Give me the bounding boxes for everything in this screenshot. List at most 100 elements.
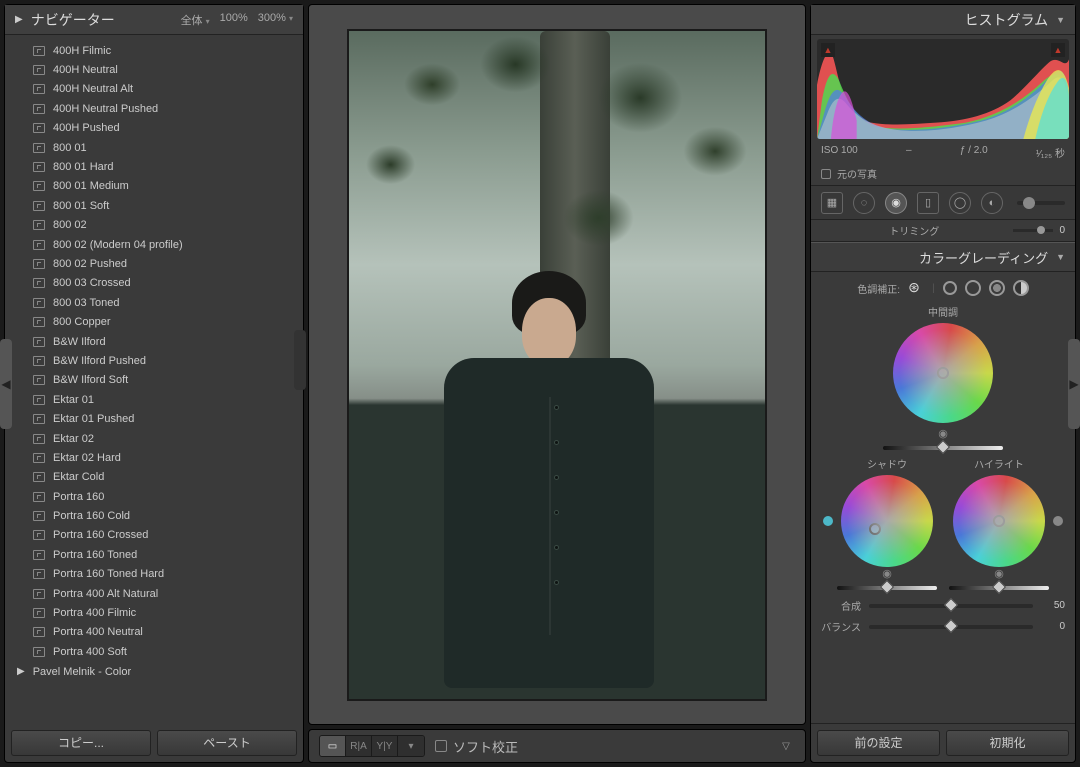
midtone-visibility-icon[interactable]: ◉ <box>821 427 1065 440</box>
preset-item[interactable]: 800 Copper <box>33 312 303 331</box>
view-mode-drop[interactable]: ▾ <box>398 736 424 756</box>
reset-button[interactable]: 初期化 <box>946 730 1069 756</box>
preset-item[interactable]: Portra 400 Soft <box>33 642 303 661</box>
brush-tool[interactable]: ◐ <box>981 192 1003 214</box>
shadow-marker[interactable] <box>869 523 881 535</box>
preset-item[interactable]: Portra 160 Toned Hard <box>33 565 303 584</box>
trim-slider-row[interactable]: トリミング 0 <box>811 220 1075 242</box>
preset-item[interactable]: 800 01 Soft <box>33 196 303 215</box>
preset-item[interactable]: Portra 160 <box>33 487 303 506</box>
mode-3way-icon[interactable]: ⊛ <box>908 280 924 296</box>
preset-item[interactable]: 400H Pushed <box>33 119 303 138</box>
preset-item[interactable]: Portra 160 Crossed <box>33 526 303 545</box>
histogram-header[interactable]: ヒストグラム ▼ <box>811 5 1075 35</box>
folder-collapse-icon[interactable]: ▶ <box>17 666 25 677</box>
redeye-tool[interactable]: ◉ <box>885 192 907 214</box>
preset-label: 400H Neutral Alt <box>53 83 133 95</box>
highlight-marker[interactable] <box>993 515 1005 527</box>
shadow-sat-handle[interactable] <box>823 516 833 526</box>
midtone-luminance-slider[interactable] <box>883 446 1003 450</box>
midtone-wheel[interactable] <box>893 323 993 423</box>
preset-item[interactable]: 400H Neutral Alt <box>33 80 303 99</box>
preset-item[interactable]: Portra 400 Filmic <box>33 603 303 622</box>
preset-label: Portra 160 Toned Hard <box>53 568 164 580</box>
highlight-wheel[interactable] <box>953 475 1045 567</box>
preset-label: 400H Filmic <box>53 45 111 57</box>
clip-shadow-icon[interactable]: ▲ <box>821 43 835 57</box>
original-photo-toggle[interactable]: 元の写真 <box>811 162 1075 186</box>
copy-button[interactable]: コピー... <box>11 730 151 756</box>
highlight-luminance-slider[interactable] <box>949 586 1049 590</box>
highlight-visibility-icon[interactable]: ◉ <box>994 567 1004 580</box>
preset-item[interactable]: 400H Neutral Pushed <box>33 99 303 118</box>
right-edge-handle[interactable]: ▶ <box>1068 339 1080 429</box>
preset-item[interactable]: Portra 160 Toned <box>33 545 303 564</box>
shadow-luminance-slider[interactable] <box>837 586 937 590</box>
histogram-graph[interactable]: ▲ ▲ <box>817 39 1069 139</box>
preset-item[interactable]: 800 02 <box>33 216 303 235</box>
mode-midtone-icon[interactable] <box>965 280 981 296</box>
image-canvas[interactable] <box>308 4 806 725</box>
preset-item[interactable]: Ektar 01 <box>33 390 303 409</box>
preset-folder[interactable]: ▶Pavel Melnik - Color <box>17 662 303 682</box>
preset-item[interactable]: 800 02 Pushed <box>33 254 303 273</box>
highlight-sat-handle[interactable] <box>1053 516 1063 526</box>
preset-item[interactable]: 800 01 Medium <box>33 177 303 196</box>
shadow-highlight-wheels: シャドウ ◉ ハイライト <box>821 452 1065 592</box>
preset-item[interactable]: B&W Ilford Pushed <box>33 351 303 370</box>
mode-shadow-icon[interactable] <box>943 281 957 295</box>
preset-item[interactable]: 800 01 <box>33 138 303 157</box>
gradient-tool[interactable]: ▯ <box>917 192 939 214</box>
view-mode-ra[interactable]: R|A <box>346 736 372 756</box>
shadow-visibility-icon[interactable]: ◉ <box>882 567 892 580</box>
view-mode-single[interactable]: ▭ <box>320 736 346 756</box>
preset-item[interactable]: 800 01 Hard <box>33 157 303 176</box>
tool-amount-slider[interactable] <box>1017 201 1065 205</box>
original-checkbox[interactable] <box>821 169 831 179</box>
zoom-300[interactable]: 300% ▾ <box>258 12 293 28</box>
preset-item[interactable]: Portra 400 Alt Natural <box>33 584 303 603</box>
preset-item[interactable]: 800 03 Crossed <box>33 274 303 293</box>
preset-item[interactable]: 800 02 (Modern 04 profile) <box>33 235 303 254</box>
navigator-header[interactable]: ▶ ナビゲーター 全体 ▾ 100% 300% ▾ <box>5 5 303 35</box>
paste-button[interactable]: ペースト <box>157 730 297 756</box>
midtone-marker[interactable] <box>937 367 949 379</box>
preset-list[interactable]: 400H Filmic 400H Neutral 400H Neutral Alt 4… <box>5 35 303 724</box>
balance-slider[interactable] <box>869 625 1033 629</box>
zoom-100[interactable]: 100% <box>220 12 248 28</box>
shadow-wheel[interactable] <box>841 475 933 567</box>
softproof-checkbox[interactable] <box>435 740 447 752</box>
spot-tool[interactable]: ◌ <box>853 192 875 214</box>
preset-item[interactable]: B&W Ilford <box>33 332 303 351</box>
view-mode-yy[interactable]: Y|Y <box>372 736 398 756</box>
radial-tool[interactable]: ◯ <box>949 192 971 214</box>
preset-item[interactable]: B&W Ilford Soft <box>33 371 303 390</box>
left-panel-resize-handle[interactable] <box>294 330 306 390</box>
mode-highlight-icon[interactable] <box>989 280 1005 296</box>
preset-item[interactable]: 400H Filmic <box>33 41 303 60</box>
preset-icon <box>33 395 45 405</box>
chevron-down-icon[interactable]: ▼ <box>1056 15 1065 25</box>
preset-item[interactable]: Portra 160 Cold <box>33 506 303 525</box>
left-edge-handle[interactable]: ◀ <box>0 339 12 429</box>
toolbar-overflow[interactable]: ▽ <box>777 737 795 755</box>
chevron-down-icon[interactable]: ▼ <box>1056 252 1065 262</box>
preset-item[interactable]: 800 03 Toned <box>33 293 303 312</box>
blend-slider[interactable] <box>869 604 1033 608</box>
preset-item[interactable]: 400H Neutral <box>33 60 303 79</box>
preset-item[interactable]: Ektar 02 Hard <box>33 448 303 467</box>
crop-tool[interactable]: ▦ <box>821 192 843 214</box>
zoom-fit[interactable]: 全体 ▾ <box>181 12 210 28</box>
preset-item[interactable]: Portra 400 Neutral <box>33 623 303 642</box>
preset-item[interactable]: Ektar 01 Pushed <box>33 409 303 428</box>
preset-item[interactable]: Ektar 02 <box>33 429 303 448</box>
preset-item[interactable]: Ektar Cold <box>33 468 303 487</box>
softproof-toggle[interactable]: ソフト校正 <box>435 737 518 756</box>
navigator-collapse-icon[interactable]: ▶ <box>15 14 23 25</box>
color-grading-header[interactable]: カラーグレーディング ▼ <box>811 242 1075 272</box>
view-mode-selector[interactable]: ▭ R|A Y|Y ▾ <box>319 735 425 757</box>
previous-settings-button[interactable]: 前の設定 <box>817 730 940 756</box>
preset-icon <box>33 104 45 114</box>
mode-global-icon[interactable] <box>1013 280 1029 296</box>
clip-highlight-icon[interactable]: ▲ <box>1051 43 1065 57</box>
